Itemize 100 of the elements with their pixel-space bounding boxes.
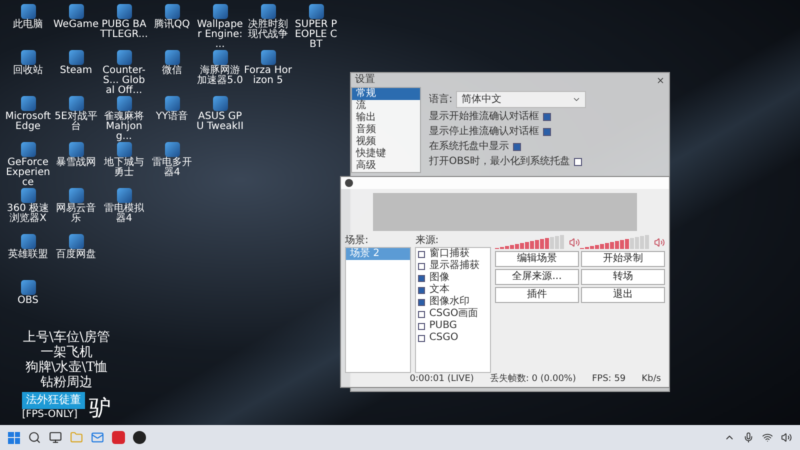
windows-start-icon[interactable]	[8, 432, 20, 444]
checkbox[interactable]	[543, 128, 551, 136]
wifi-icon[interactable]	[762, 432, 773, 443]
checkbox[interactable]	[418, 262, 426, 270]
desktop-icon[interactable]: 英雄联盟	[4, 234, 52, 280]
icon-label: SUPER PEOPLE CBT	[294, 20, 338, 50]
app-icon	[68, 4, 84, 19]
desktop-icon[interactable]: 雀魂麻将 Mahjong...	[100, 96, 148, 142]
desktop-icon[interactable]: ASUS GPU TweakII	[196, 96, 244, 142]
desktop-icon[interactable]: WeGame	[52, 4, 100, 50]
sidebar-item[interactable]: 流	[352, 100, 420, 112]
app-icon	[116, 4, 132, 19]
source-item[interactable]: 显示器捕获	[429, 260, 480, 272]
source-item[interactable]: 图像	[429, 272, 450, 284]
desktop-icon[interactable]: 决胜时刻现代战争	[244, 4, 292, 50]
desktop-icon[interactable]: 雷电多开器4	[148, 142, 196, 188]
action-button[interactable]: 全屏来源...	[495, 269, 579, 285]
desktop-icon[interactable]: 海豚网游加速器5.0	[196, 50, 244, 96]
desktop-icon[interactable]: 回收站	[4, 50, 52, 96]
microphone-icon[interactable]	[743, 432, 754, 443]
checkbox[interactable]	[513, 143, 521, 151]
desktop-icon[interactable]: 腾讯QQ	[148, 4, 196, 50]
app-taskbar-icon[interactable]	[133, 431, 146, 444]
desktop-icon[interactable]: Wallpaper Engine: ...	[196, 4, 244, 50]
desktop-icon[interactable]: Counter-S... Global Off...	[100, 50, 148, 96]
desktop-icon[interactable]: GeForce Experience	[4, 142, 52, 188]
desktop-icon[interactable]: Forza Horizon 5	[244, 50, 292, 96]
desktop-icon[interactable]: 网易云音乐	[52, 188, 100, 234]
icon-label: 雷电多开器4	[151, 158, 193, 178]
checkbox[interactable]	[418, 334, 426, 342]
desktop-icon[interactable]: 暴雪战网	[52, 142, 100, 188]
desktop-icon[interactable]: Steam	[52, 50, 100, 96]
sidebar-item[interactable]: 常规	[352, 88, 420, 100]
desktop-icon[interactable]: 微信	[148, 50, 196, 96]
checkbox[interactable]	[418, 286, 426, 294]
icon-label: 百度网盘	[56, 250, 96, 260]
desktop-icon[interactable]: 此电脑	[4, 4, 52, 50]
panel-label: 来源:	[415, 235, 440, 247]
big-glyph: 驴	[89, 396, 111, 420]
promo-text: 一架飞机	[40, 345, 92, 360]
sidebar-item[interactable]: 高级	[352, 160, 420, 172]
sidebar-item[interactable]: 音频	[352, 124, 420, 136]
source-item[interactable]: CSGO	[429, 332, 458, 344]
mail-icon[interactable]	[91, 431, 104, 444]
desktop-icon[interactable]: OBS	[4, 280, 52, 326]
app-icon	[20, 142, 36, 157]
source-item[interactable]: 文本	[429, 284, 450, 296]
sidebar-item[interactable]: 视频	[352, 136, 420, 148]
action-button[interactable]: 退出	[581, 287, 665, 303]
icon-label: Microsoft Edge	[4, 112, 52, 132]
search-icon[interactable]	[28, 431, 41, 444]
icon-label: 暴雪战网	[56, 158, 96, 168]
desktop-icon[interactable]: 百度网盘	[52, 234, 100, 280]
close-icon[interactable]	[656, 76, 665, 84]
source-item[interactable]: PUBG	[429, 320, 458, 332]
checkbox[interactable]	[418, 322, 426, 330]
icon-label: 雀魂麻将 Mahjong...	[103, 112, 145, 142]
app-icon	[212, 4, 228, 19]
app-icon	[116, 188, 132, 203]
action-button[interactable]: 插件	[495, 287, 579, 303]
action-button[interactable]: 开始录制	[581, 251, 665, 267]
icon-label: WeGame	[53, 20, 99, 30]
action-button[interactable]: 编辑场景	[495, 251, 579, 267]
checkbox[interactable]	[574, 158, 582, 166]
desktop-icon[interactable]: PUBG BATTLEGR...	[100, 4, 148, 50]
option-label: 显示停止推流确认对话框	[429, 126, 539, 138]
status-text: 丢失帧数: 0 (0.00%)	[490, 373, 576, 386]
source-item[interactable]: 窗口捕获	[429, 248, 470, 260]
app-icon	[68, 96, 84, 111]
promo-text: 钻粉周边	[40, 375, 92, 390]
action-button[interactable]: 转场	[581, 269, 665, 285]
desktop-icon[interactable]: 5E对战平台	[52, 96, 100, 142]
icon-label: Wallpaper Engine: ...	[196, 20, 244, 50]
icon-label: GeForce Experience	[4, 158, 52, 188]
icon-label: 决胜时刻现代战争	[247, 20, 289, 40]
checkbox[interactable]	[543, 113, 551, 121]
source-item[interactable]: 图像水印	[429, 296, 470, 308]
app-icon	[116, 50, 132, 65]
source-item[interactable]: CSGO画面	[429, 308, 478, 320]
window-title: 设置	[355, 74, 375, 86]
app-icon	[20, 234, 36, 249]
checkbox[interactable]	[418, 298, 426, 306]
sidebar-item[interactable]: 快捷键	[352, 148, 420, 160]
desktop-icon[interactable]: 地下城与勇士	[100, 142, 148, 188]
checkbox[interactable]	[418, 310, 426, 318]
app-icon	[116, 142, 132, 157]
desktop-icon[interactable]: 雷电模拟器4	[100, 188, 148, 234]
language-dropdown[interactable]: 简体中文	[456, 91, 586, 108]
checkbox[interactable]	[418, 250, 426, 258]
sidebar-item[interactable]: 输出	[352, 112, 420, 124]
speaker-icon[interactable]	[781, 432, 792, 443]
tag-text: [FPS-ONLY]	[22, 408, 78, 420]
icon-label: Counter-S... Global Off...	[102, 66, 146, 96]
icon-label: 腾讯QQ	[154, 20, 190, 30]
desktop-icon[interactable]: Microsoft Edge	[4, 96, 52, 142]
desktop-icon[interactable]: YY语音	[148, 96, 196, 142]
checkbox[interactable]	[418, 274, 426, 282]
desktop-icon[interactable]: 360 极速浏览器X	[4, 188, 52, 234]
monitor-icon[interactable]	[49, 431, 62, 444]
desktop-icon[interactable]: SUPER PEOPLE CBT	[292, 4, 340, 50]
